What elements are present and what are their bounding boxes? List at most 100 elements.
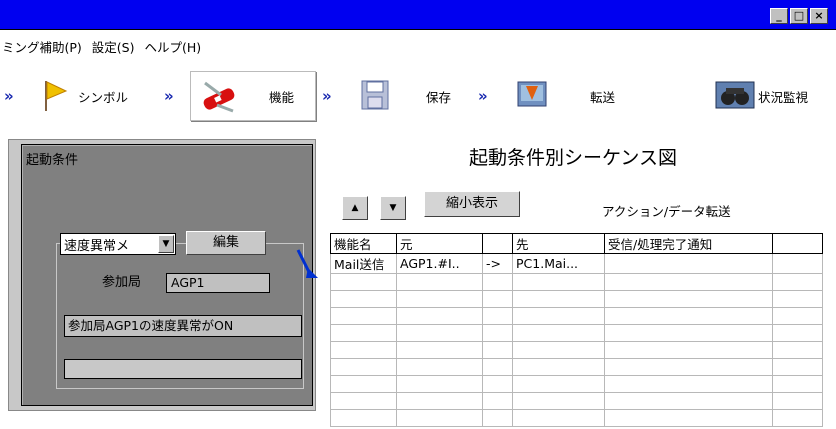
table-cell[interactable]: [772, 307, 823, 325]
save-button[interactable]: 保存: [354, 71, 457, 121]
chevron-icon: »: [478, 87, 488, 105]
table-cell[interactable]: [772, 409, 823, 427]
table-cell[interactable]: [482, 307, 513, 325]
table-cell[interactable]: [482, 409, 513, 427]
table-cell[interactable]: AGP1.#I..: [396, 253, 483, 274]
menu-programming-aid[interactable]: ミング補助(P): [2, 37, 82, 61]
table-cell[interactable]: [604, 375, 773, 393]
table-cell[interactable]: [512, 409, 605, 427]
status-monitor-button[interactable]: 状況監視: [708, 71, 814, 121]
table-cell[interactable]: [772, 341, 823, 359]
table-cell[interactable]: [512, 392, 605, 410]
binoculars-icon: [714, 78, 756, 115]
table-cell[interactable]: [604, 273, 773, 291]
menu-settings[interactable]: 設定(S): [92, 37, 135, 61]
table-row[interactable]: [330, 273, 823, 291]
sequence-title: 起動条件別シーケンス図: [468, 147, 678, 169]
table-cell[interactable]: [330, 307, 397, 325]
table-cell[interactable]: [396, 307, 483, 325]
connector-arrow-icon: [296, 249, 318, 278]
table-cell[interactable]: [772, 324, 823, 342]
table-cell[interactable]: [396, 392, 483, 410]
flag-icon: [40, 77, 70, 116]
table-row[interactable]: [330, 307, 823, 325]
table-row[interactable]: [330, 324, 823, 342]
table-cell[interactable]: [482, 324, 513, 342]
table-cell[interactable]: [330, 409, 397, 427]
table-row[interactable]: [330, 392, 823, 410]
function-label: 機能: [269, 89, 295, 105]
move-up-button[interactable]: ▲: [342, 196, 368, 220]
table-cell[interactable]: [482, 392, 513, 410]
table-cell[interactable]: [772, 375, 823, 393]
shrink-view-button[interactable]: 縮小表示: [424, 191, 520, 217]
table-cell[interactable]: [512, 307, 605, 325]
edit-button[interactable]: 編集: [186, 231, 266, 255]
transfer-icon: [514, 78, 550, 115]
table-row[interactable]: [330, 375, 823, 393]
table-cell[interactable]: [396, 324, 483, 342]
table-cell[interactable]: [772, 392, 823, 410]
table-cell[interactable]: [604, 358, 773, 376]
table-cell[interactable]: [330, 375, 397, 393]
table-cell[interactable]: PC1.Mai...: [512, 253, 605, 274]
table-cell[interactable]: [512, 273, 605, 291]
table-row[interactable]: [330, 409, 823, 427]
table-cell[interactable]: [604, 392, 773, 410]
transfer-button[interactable]: 転送: [508, 71, 621, 121]
move-down-button[interactable]: ▼: [380, 196, 406, 220]
table-cell[interactable]: [330, 290, 397, 308]
symbol-button[interactable]: シンボル: [34, 71, 134, 121]
table-cell[interactable]: [330, 392, 397, 410]
table-cell[interactable]: [604, 290, 773, 308]
sequence-panel: 起動条件別シーケンス図 ▲ ▼ 縮小表示 アクション/データ転送 機能名 元 先…: [318, 133, 828, 429]
table-cell[interactable]: [482, 375, 513, 393]
table-cell[interactable]: [512, 290, 605, 308]
table-cell[interactable]: [330, 324, 397, 342]
table-cell[interactable]: [330, 273, 397, 291]
table-row[interactable]: [330, 358, 823, 376]
table-cell[interactable]: [396, 375, 483, 393]
column-header: 受信/処理完了通知: [604, 233, 773, 254]
function-button[interactable]: 機能: [190, 71, 316, 121]
table-cell[interactable]: [482, 341, 513, 359]
table-cell[interactable]: [330, 341, 397, 359]
table-cell[interactable]: [772, 253, 823, 274]
condition-select[interactable]: 速度異常メ ▼: [60, 233, 176, 255]
close-button[interactable]: ×: [810, 8, 828, 24]
table-cell[interactable]: [604, 253, 773, 274]
table-cell[interactable]: ->: [482, 253, 513, 274]
table-cell[interactable]: [330, 358, 397, 376]
table-cell[interactable]: [482, 273, 513, 291]
table-cell[interactable]: Mail送信: [330, 253, 397, 274]
table-cell[interactable]: [396, 290, 483, 308]
menu-bar: ミング補助(P) 設定(S) ヘルプ(H): [0, 37, 201, 61]
table-row[interactable]: [330, 290, 823, 308]
action-label: アクション/データ転送: [602, 204, 731, 219]
table-cell[interactable]: [396, 341, 483, 359]
menu-help[interactable]: ヘルプ(H): [145, 37, 202, 61]
table-cell[interactable]: [512, 358, 605, 376]
table-cell[interactable]: [512, 341, 605, 359]
table-cell[interactable]: [604, 324, 773, 342]
table-cell[interactable]: [772, 290, 823, 308]
table-cell[interactable]: [396, 358, 483, 376]
minimize-button[interactable]: _: [770, 8, 788, 24]
table-cell[interactable]: [772, 358, 823, 376]
chevron-down-icon[interactable]: ▼: [158, 235, 174, 253]
table-cell[interactable]: [512, 375, 605, 393]
table-cell[interactable]: [396, 409, 483, 427]
table-cell[interactable]: [396, 273, 483, 291]
table-row[interactable]: [330, 341, 823, 359]
table-row[interactable]: Mail送信 AGP1.#I.. -> PC1.Mai...: [330, 253, 823, 274]
swiss-knife-icon: [197, 75, 241, 118]
table-cell[interactable]: [772, 273, 823, 291]
table-cell[interactable]: [604, 341, 773, 359]
empty-field: [64, 359, 302, 379]
maximize-button[interactable]: □: [790, 8, 808, 24]
table-cell[interactable]: [604, 409, 773, 427]
table-cell[interactable]: [512, 324, 605, 342]
table-cell[interactable]: [604, 307, 773, 325]
table-cell[interactable]: [482, 358, 513, 376]
table-cell[interactable]: [482, 290, 513, 308]
